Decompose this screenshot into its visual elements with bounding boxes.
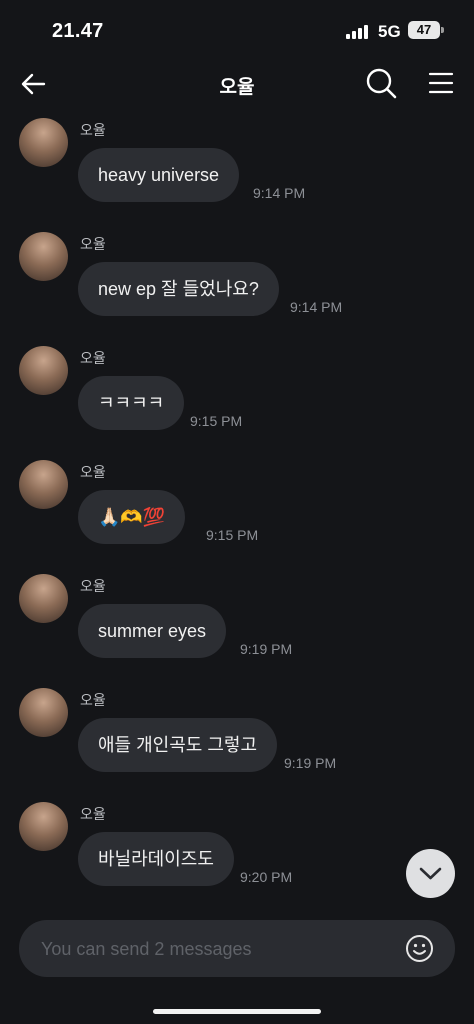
message-bubble[interactable]: summer eyes bbox=[78, 604, 227, 658]
avatar[interactable] bbox=[19, 346, 68, 395]
battery-tip bbox=[441, 27, 444, 33]
message-time: 9:20 PM bbox=[240, 869, 293, 885]
search-button[interactable] bbox=[364, 66, 398, 100]
chevron-down-icon bbox=[419, 867, 442, 880]
message-input[interactable] bbox=[39, 920, 393, 979]
sender-name: 오율 bbox=[80, 806, 106, 822]
message-bubble[interactable]: new ep 잘 들었나요? bbox=[78, 262, 279, 316]
scroll-to-bottom-button[interactable] bbox=[406, 849, 455, 898]
message-time: 9:14 PM bbox=[253, 185, 306, 201]
emoji-button[interactable] bbox=[405, 934, 434, 963]
status-time: 21.47 bbox=[52, 20, 104, 42]
chat-header: 오율 bbox=[0, 60, 474, 108]
arrow-left-icon bbox=[21, 73, 46, 95]
message-item: 오율 summer eyes 9:19 PM bbox=[0, 570, 474, 680]
menu-button[interactable] bbox=[424, 66, 458, 100]
sender-name: 오율 bbox=[80, 350, 106, 366]
avatar[interactable] bbox=[19, 574, 68, 623]
signal-strength-icon bbox=[346, 25, 372, 39]
message-input-bar bbox=[19, 920, 455, 979]
sender-name: 오율 bbox=[80, 464, 106, 480]
sender-name: 오율 bbox=[80, 236, 106, 252]
avatar[interactable] bbox=[19, 118, 68, 167]
message-bubble[interactable]: 애들 개인곡도 그렇고 bbox=[78, 718, 278, 772]
network-label: 5G bbox=[378, 22, 401, 41]
message-item: 오율 ㅋㅋㅋㅋ 9:15 PM bbox=[0, 342, 474, 452]
message-bubble[interactable]: ㅋㅋㅋㅋ bbox=[78, 376, 185, 430]
message-item: 오율 new ep 잘 들었나요? 9:14 PM bbox=[0, 228, 474, 338]
message-time: 9:15 PM bbox=[190, 413, 243, 429]
home-indicator bbox=[153, 1009, 321, 1014]
message-item: 오율 바닐라데이즈도 9:20 PM bbox=[0, 798, 474, 908]
message-bubble[interactable]: 🙏🏻🫶💯 bbox=[78, 490, 186, 544]
message-bubble[interactable]: 바닐라데이즈도 bbox=[78, 832, 234, 886]
message-time: 9:14 PM bbox=[290, 299, 343, 315]
back-button[interactable] bbox=[18, 68, 50, 100]
avatar[interactable] bbox=[19, 460, 68, 509]
hamburger-menu-icon bbox=[428, 72, 454, 94]
sender-name: 오율 bbox=[80, 122, 106, 138]
battery-icon: 47 bbox=[408, 21, 440, 39]
message-time: 9:19 PM bbox=[240, 641, 293, 657]
avatar[interactable] bbox=[19, 688, 68, 737]
message-time: 9:15 PM bbox=[206, 527, 259, 543]
message-time: 9:19 PM bbox=[284, 755, 337, 771]
message-item: 오율 heavy universe 9:14 PM bbox=[0, 114, 474, 224]
smiley-icon bbox=[406, 935, 433, 962]
sender-name: 오율 bbox=[80, 578, 106, 594]
avatar[interactable] bbox=[19, 232, 68, 281]
search-icon bbox=[366, 68, 397, 99]
message-bubble[interactable]: heavy universe bbox=[78, 148, 240, 202]
chat-title: 오율 bbox=[219, 77, 255, 98]
avatar[interactable] bbox=[19, 802, 68, 851]
message-item: 오율 🙏🏻🫶💯 9:15 PM bbox=[0, 456, 474, 566]
message-item: 오율 애들 개인곡도 그렇고 9:19 PM bbox=[0, 684, 474, 794]
sender-name: 오율 bbox=[80, 692, 106, 708]
status-bar: 21.47 5G 47 bbox=[0, 0, 474, 60]
